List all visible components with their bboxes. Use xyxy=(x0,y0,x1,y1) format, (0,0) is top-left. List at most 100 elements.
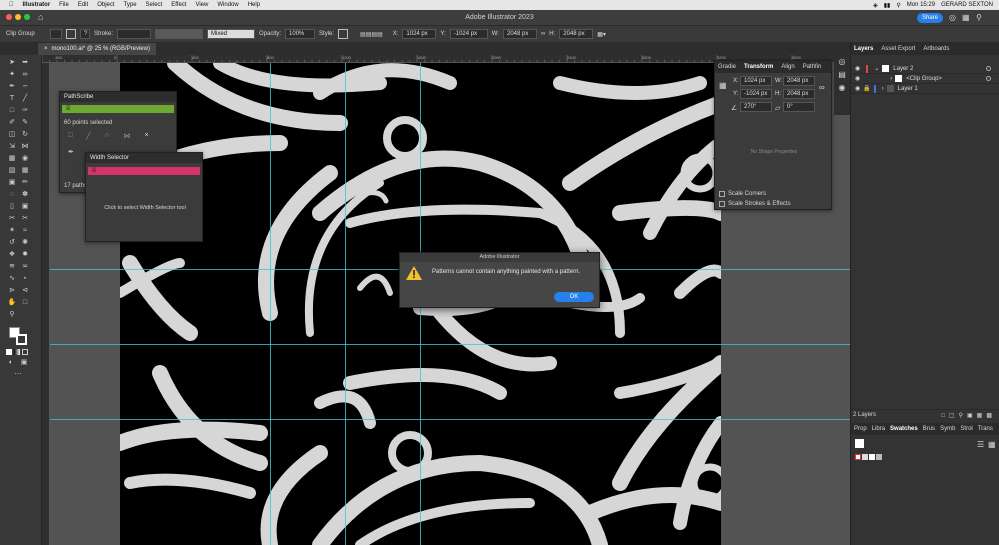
guide-line[interactable] xyxy=(50,419,850,420)
symbol-sprayer-tool-icon[interactable]: ✽ xyxy=(20,191,30,199)
shear-input[interactable]: 0° xyxy=(783,102,815,112)
tab-properties[interactable]: Prop xyxy=(854,426,867,432)
visibility-icon[interactable]: ◉ xyxy=(855,75,860,82)
swatch-pattern[interactable] xyxy=(876,454,882,460)
apple-icon[interactable]:  xyxy=(9,2,14,8)
stroke-weight-input[interactable] xyxy=(117,29,152,39)
discover-icon[interactable]: ◎ xyxy=(949,13,956,22)
none-mode-icon[interactable] xyxy=(22,349,28,355)
pucker-tool-icon[interactable]: ✺ xyxy=(20,239,30,247)
pen-tool-icon[interactable]: ✒ xyxy=(7,83,17,91)
selection-tool-icon[interactable]: ➤ xyxy=(7,59,17,67)
artboard-tool-icon[interactable]: ▣ xyxy=(20,203,30,211)
rotate-input[interactable]: 270° xyxy=(740,102,772,112)
layer-row[interactable]: ◉ ⌄ Layer 2 xyxy=(851,64,999,74)
lock-icon[interactable]: 🔒 xyxy=(863,85,870,92)
edit-toolbar-icon[interactable]: ⋯ xyxy=(13,371,23,379)
paintbrush-tool-icon[interactable]: ✑ xyxy=(20,107,30,115)
pencil-tool-icon[interactable]: ✎ xyxy=(20,119,30,127)
h-input[interactable]: 2048 px xyxy=(559,29,594,39)
layer-name[interactable]: Layer 2 xyxy=(893,66,913,72)
opacity-label[interactable]: Opacity: xyxy=(259,31,281,37)
shaper-tool-icon[interactable]: ✐ xyxy=(7,119,17,127)
layer-row[interactable]: ◉ 🔒 › Layer 1 xyxy=(851,84,999,94)
target-icon[interactable] xyxy=(986,76,991,81)
perspective-grid-tool-icon[interactable]: ▧ xyxy=(7,167,17,175)
menu-window[interactable]: Window xyxy=(217,2,238,8)
fill-swatch[interactable] xyxy=(50,29,62,39)
menu-effect[interactable]: Effect xyxy=(171,2,186,8)
y-input[interactable]: -1024 px xyxy=(449,29,488,39)
visibility-icon[interactable]: ◉ xyxy=(855,85,860,92)
rotate-tool-icon[interactable]: ↻ xyxy=(20,131,30,139)
clock[interactable]: Mon 15:29 xyxy=(907,2,935,8)
constrain-proportions-icon[interactable]: ∞ xyxy=(819,83,825,92)
tab-stroke[interactable]: Strol xyxy=(960,426,972,432)
user-name[interactable]: GERARD SEXTON xyxy=(941,2,993,8)
menu-edit[interactable]: Edit xyxy=(78,2,88,8)
eyedropper-tool-icon[interactable]: ✏ xyxy=(20,179,30,187)
scale-corners-checkbox[interactable] xyxy=(719,191,725,197)
menu-file[interactable]: File xyxy=(59,2,69,8)
align-icon[interactable]: ▤▤▤▤ xyxy=(360,31,383,38)
tab-align[interactable]: Align xyxy=(781,64,794,70)
direct-selection-tool-icon[interactable]: ➥ xyxy=(20,59,30,67)
smooth-point-icon[interactable]: □ xyxy=(68,132,72,140)
layer-row[interactable]: ◉ › <Clip Group> xyxy=(851,74,999,84)
pathscribe-bar[interactable]: ♕ xyxy=(62,105,174,113)
width-selector-panel[interactable]: Width Selector ♕ Click to select Width S… xyxy=(85,152,203,242)
expand-icon[interactable]: › xyxy=(882,86,884,92)
guide-line[interactable] xyxy=(345,63,346,545)
menu-type[interactable]: Type xyxy=(124,2,137,8)
tab-transparency[interactable]: Trans xyxy=(978,426,993,432)
slice-tool-icon[interactable]: ✂ xyxy=(7,215,17,223)
swatch-fill-icon[interactable] xyxy=(855,439,864,448)
tab-layers[interactable]: Layers xyxy=(854,46,873,52)
cc-libraries-icon[interactable]: ◎ xyxy=(834,57,850,66)
guide-line[interactable] xyxy=(270,63,271,545)
pathscribe-tool-icon[interactable]: ⊳ xyxy=(7,287,17,295)
eraser-tool-icon[interactable]: ◫ xyxy=(7,131,17,139)
search-help-icon[interactable]: ⚲ xyxy=(976,13,982,22)
ok-button[interactable]: OK xyxy=(554,292,594,302)
line-tool-icon[interactable]: ╱ xyxy=(20,95,30,103)
twirl-tool-icon[interactable]: ↺ xyxy=(7,239,17,247)
curvature-tool-icon[interactable]: ∽ xyxy=(20,83,30,91)
share-button[interactable]: Share xyxy=(917,13,943,23)
hand-tool-icon[interactable]: ✋ xyxy=(7,299,17,307)
layer-name[interactable]: <Clip Group> xyxy=(906,76,942,82)
width-selector-bar[interactable]: ♕ xyxy=(88,167,200,175)
menu-view[interactable]: View xyxy=(195,2,208,8)
symmetry-icon[interactable]: ⋈ xyxy=(123,132,130,140)
shape-builder-tool-icon[interactable]: ◉ xyxy=(20,155,30,163)
layers-footer-actions-icon[interactable]: □▢⚲▣▦▩ xyxy=(941,412,999,419)
link-proportions-icon[interactable]: ∞ xyxy=(541,31,545,37)
battery-icon[interactable]: ▮▮ xyxy=(884,2,891,9)
scallop-tool-icon[interactable]: ≍ xyxy=(20,263,30,271)
smart-remove-tool-icon[interactable]: ⊲ xyxy=(20,287,30,295)
tab-transform[interactable]: Transform xyxy=(744,64,773,70)
scale-strokes-option[interactable]: Scale Strokes & Effects xyxy=(719,201,791,207)
bloat-tool-icon[interactable]: ❖ xyxy=(7,251,17,259)
warp-tool-icon[interactable]: ≈ xyxy=(20,227,30,235)
tab-swatches[interactable]: Swatches xyxy=(890,426,918,432)
target-icon[interactable] xyxy=(986,66,991,71)
swatch-registration[interactable] xyxy=(862,454,868,460)
close-tab-icon[interactable]: × xyxy=(44,46,48,52)
properties-icon[interactable]: ▤ xyxy=(834,70,850,79)
gradient-mode-icon[interactable] xyxy=(14,349,20,355)
color-mode-icon[interactable] xyxy=(6,349,12,355)
print-tiling-tool-icon[interactable]: □ xyxy=(20,299,30,307)
tab-asset-export[interactable]: Asset Export xyxy=(881,46,915,52)
tf-y-input[interactable]: -1024 px xyxy=(740,89,772,99)
help-icon[interactable]: ? xyxy=(80,29,90,39)
lasso-tool-icon[interactable]: ∞ xyxy=(20,71,30,79)
tab-gradient[interactable]: Gradie xyxy=(718,64,736,70)
reference-point-icon[interactable]: ▦ xyxy=(719,81,727,90)
gradient-tool-icon[interactable]: ▣ xyxy=(7,179,17,187)
zoom-tool-icon[interactable]: ⚲ xyxy=(7,311,17,319)
scale-tool-icon[interactable]: ⇲ xyxy=(7,143,17,151)
puppet-warp-tool-icon[interactable]: ✶ xyxy=(7,227,17,235)
draw-mode-icon[interactable]: ◐ xyxy=(6,359,16,367)
stroke-swatch[interactable] xyxy=(66,29,76,39)
